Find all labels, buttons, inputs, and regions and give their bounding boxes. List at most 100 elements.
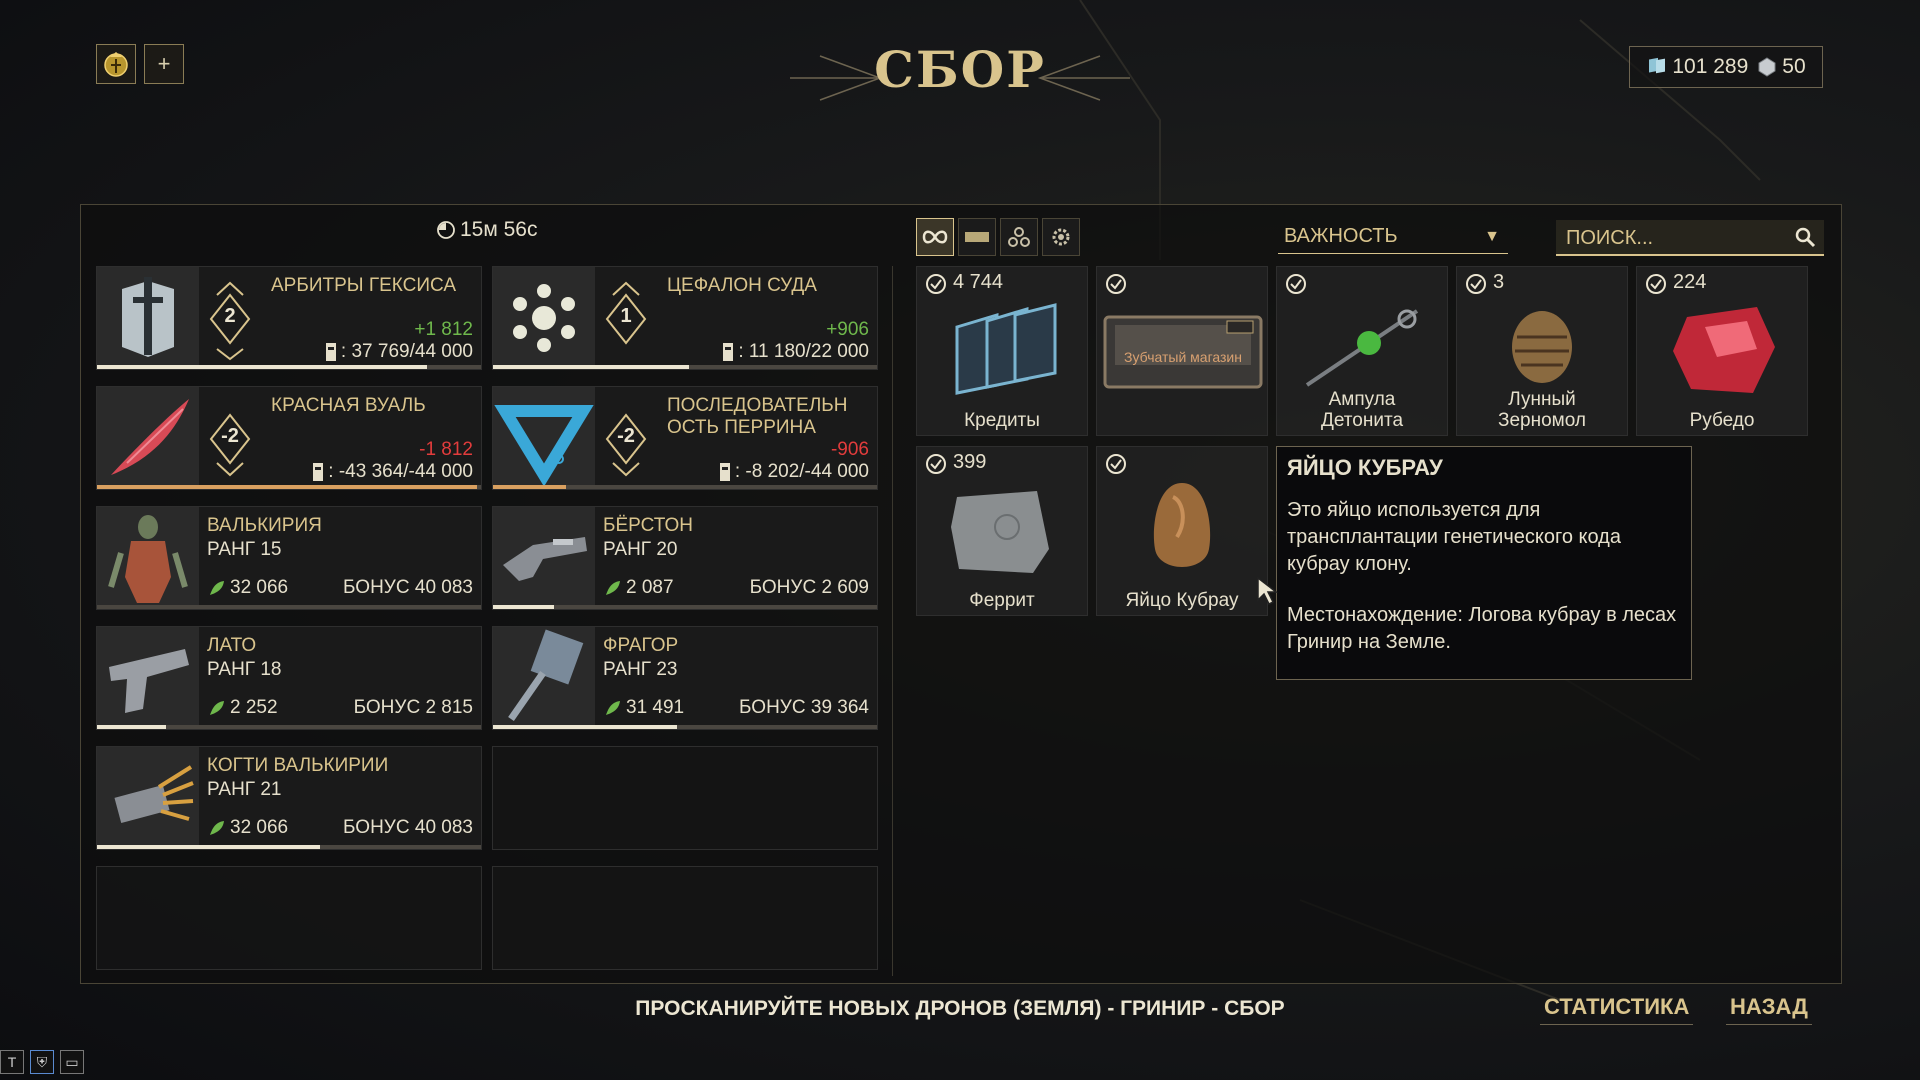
syndicate-card-cephalon-suda[interactable]: 1 ЦЕФАЛОН СУДА +906 : 11 180/22 000 bbox=[492, 266, 878, 370]
syndicate-emblem bbox=[493, 387, 595, 489]
affinity-icon bbox=[210, 581, 224, 595]
syndicate-rank: -2 bbox=[617, 425, 635, 447]
affinity-xp: 2 087 bbox=[603, 577, 674, 599]
check-icon bbox=[1646, 274, 1666, 294]
equipment-rank: РАНГ 21 bbox=[207, 779, 282, 800]
syndicate-rank: -2 bbox=[221, 425, 239, 447]
mod-name: Зубчатый магазин bbox=[1124, 349, 1242, 365]
affinity-value: 32 066 bbox=[230, 577, 289, 598]
check-icon bbox=[926, 274, 946, 294]
text-chat-icon[interactable]: T bbox=[0, 1050, 24, 1074]
filter-resources-tab[interactable] bbox=[1000, 218, 1038, 256]
resources-icon bbox=[1008, 227, 1030, 247]
item-label: Лунный Зерномол bbox=[1457, 389, 1627, 431]
item-count: 3 bbox=[1493, 271, 1505, 293]
timer-value: 15м 56с bbox=[460, 218, 538, 241]
item-tooltip: ЯЙЦО КУБРАУ Это яйцо используется для тр… bbox=[1276, 446, 1692, 680]
equipment-name: ФРАГОР bbox=[603, 635, 679, 656]
equipment-card-valkyr-talons[interactable]: КОГТИ ВАЛЬКИРИИ РАНГ 21 32 066 БОНУС 40 … bbox=[96, 746, 482, 850]
affinity-value: 32 066 bbox=[230, 817, 289, 838]
bonus-xp: БОНУС 40 083 bbox=[343, 817, 473, 838]
platinum-icon bbox=[1758, 57, 1776, 77]
affinity-value: 2 087 bbox=[626, 577, 674, 598]
seed-pod-icon bbox=[1512, 311, 1572, 383]
equipment-image bbox=[493, 627, 595, 729]
equipment-card-burston[interactable]: БЁРСТОН РАНГ 20 2 087 БОНУС 2 609 bbox=[492, 506, 878, 610]
standing-value: : 11 180/22 000 bbox=[722, 341, 869, 363]
syndicate-name-line: ПОСЛЕДОВАТЕЛЬН bbox=[667, 395, 848, 416]
reset-timer: 15м 56с bbox=[436, 218, 538, 242]
item-label-line: Ампула bbox=[1328, 389, 1396, 410]
equipment-rank: РАНГ 23 bbox=[603, 659, 678, 680]
mouse-cursor-icon bbox=[1257, 576, 1278, 606]
syndicate-card-arbiters[interactable]: 2 АРБИТРЫ ГЕКСИСА +1 812 : 37 769/44 000 bbox=[96, 266, 482, 370]
syndicate-name: АРБИТРЫ ГЕКСИСА bbox=[271, 275, 457, 296]
item-credits[interactable]: 4 744 Кредиты bbox=[916, 266, 1088, 436]
syndicate-card-red-veil[interactable]: -2 КРАСНАЯ ВУАЛЬ -1 812 : -43 364/-44 00… bbox=[96, 386, 482, 490]
filter-mods-tab[interactable] bbox=[958, 218, 996, 256]
equipment-name: КОГТИ ВАЛЬКИРИИ bbox=[207, 755, 389, 776]
panel-divider bbox=[892, 266, 893, 976]
window-icon[interactable]: ▭ bbox=[60, 1050, 84, 1074]
standing-delta: -1 812 bbox=[419, 439, 473, 460]
ampule-icon bbox=[1305, 309, 1419, 387]
standing-text: : 11 180/22 000 bbox=[738, 341, 869, 362]
chevron-down-icon: ▼ bbox=[1484, 228, 1500, 245]
search-input[interactable] bbox=[1564, 222, 1788, 254]
item-lunar-grain[interactable]: 3 Лунный Зерномол bbox=[1456, 266, 1628, 436]
affinity-icon bbox=[606, 581, 620, 595]
item-label-line: Лунный bbox=[1508, 389, 1576, 410]
equipment-rank: РАНГ 18 bbox=[207, 659, 282, 680]
syndicate-rank: 1 bbox=[620, 305, 632, 327]
syndicate-card-perrin-sequence[interactable]: -2 ПОСЛЕДОВАТЕЛЬН ОСТЬ ПЕРРИНА -906 : -8… bbox=[492, 386, 878, 490]
credits-icon bbox=[955, 303, 1057, 395]
filter-all-tab[interactable] bbox=[916, 218, 954, 256]
affinity-xp: 32 066 bbox=[207, 817, 288, 839]
statistics-button[interactable]: СТАТИСТИКА bbox=[1540, 994, 1694, 1025]
platinum-counter: 50 bbox=[1756, 55, 1806, 79]
bonus-xp: БОНУС 39 364 bbox=[739, 697, 869, 718]
item-label-line: Зерномол bbox=[1498, 410, 1586, 431]
bonus-xp: БОНУС 2 609 bbox=[749, 577, 869, 598]
check-icon bbox=[1466, 274, 1486, 294]
equipment-card-lato[interactable]: ЛАТО РАНГ 18 2 252 БОНУС 2 815 bbox=[96, 626, 482, 730]
sort-selected-value: ВАЖНОСТЬ bbox=[1284, 225, 1398, 247]
affinity-value: 31 491 bbox=[626, 697, 685, 718]
standing-delta: +906 bbox=[826, 319, 869, 340]
item-count: 4 744 bbox=[953, 271, 1004, 293]
credits-counter: 101 289 bbox=[1646, 55, 1748, 79]
valkyr-talons-icon bbox=[114, 765, 194, 824]
filter-blueprints-tab[interactable] bbox=[1042, 218, 1080, 256]
item-serrated-magazine-mod[interactable]: Зубчатый магазин bbox=[1096, 266, 1268, 436]
tooltip-title: ЯЙЦО КУБРАУ bbox=[1287, 455, 1443, 480]
item-detonite-ampule[interactable]: Ампула Детонита bbox=[1276, 266, 1448, 436]
standing-value: : -43 364/-44 000 bbox=[312, 461, 473, 483]
syndicate-name: ПОСЛЕДОВАТЕЛЬН ОСТЬ ПЕРРИНА bbox=[667, 395, 847, 439]
equipment-card-fragor[interactable]: ФРАГОР РАНГ 23 31 491 БОНУС 39 364 bbox=[492, 626, 878, 730]
currency-display: 101 289 50 bbox=[1629, 46, 1823, 88]
bonus-xp: БОНУС 2 815 bbox=[353, 697, 473, 718]
standing-delta: +1 812 bbox=[414, 319, 473, 340]
mod-card-icon bbox=[965, 232, 989, 242]
standing-delta: -906 bbox=[830, 439, 869, 460]
item-kubrow-egg[interactable]: Яйцо Кубрау bbox=[1096, 446, 1268, 616]
shield-icon[interactable]: ⛨ bbox=[30, 1050, 54, 1074]
equipment-card-valkyr[interactable]: ВАЛЬКИРИЯ РАНГ 15 32 066 БОНУС 40 083 bbox=[96, 506, 482, 610]
standing-text: : -43 364/-44 000 bbox=[328, 461, 473, 482]
item-rubedo[interactable]: 224 Рубедо bbox=[1636, 266, 1808, 436]
syndicate-rank: 2 bbox=[224, 305, 236, 327]
infinity-icon bbox=[922, 230, 948, 244]
item-label: Кредиты bbox=[964, 410, 1040, 431]
item-ferrite[interactable]: 399 Феррит bbox=[916, 446, 1088, 616]
equipment-name: ВАЛЬКИРИЯ bbox=[207, 515, 322, 536]
item-label: Яйцо Кубрау bbox=[1125, 590, 1239, 611]
back-button[interactable]: НАЗАД bbox=[1726, 994, 1812, 1025]
bonus-xp: БОНУС 40 083 bbox=[343, 577, 473, 598]
sort-dropdown[interactable]: ВАЖНОСТЬ ▼ bbox=[1278, 220, 1508, 254]
taskbar: T ⛨ ▭ bbox=[0, 1050, 84, 1074]
standing-value: : -8 202/-44 000 bbox=[719, 461, 869, 483]
search-icon[interactable] bbox=[1794, 226, 1816, 248]
equipment-rank: РАНГ 20 bbox=[603, 539, 678, 560]
syndicate-name: КРАСНАЯ ВУАЛЬ bbox=[271, 395, 426, 416]
rubedo-crystal-icon bbox=[1673, 307, 1775, 393]
